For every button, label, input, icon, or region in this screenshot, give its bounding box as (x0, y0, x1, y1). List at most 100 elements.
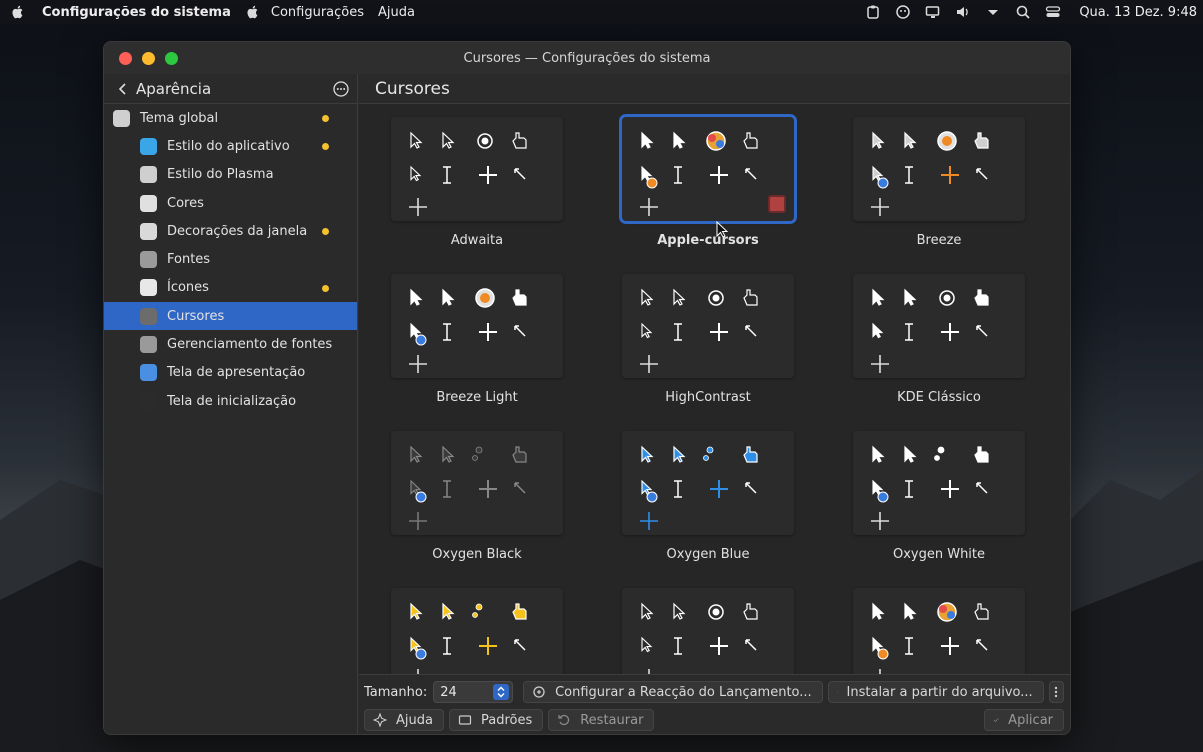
menu-ajuda[interactable]: Ajuda (378, 5, 415, 20)
cursor-theme-preview[interactable] (853, 588, 1025, 674)
apply-label: Aplicar (1008, 712, 1053, 728)
main-panel: Cursores Adwaita Apple-cursors Breeze Breez… (359, 74, 1070, 734)
cursor-theme-tile[interactable]: Breeze (853, 117, 1025, 274)
display-icon[interactable] (925, 4, 941, 20)
clipboard-icon[interactable] (865, 4, 881, 20)
help-button[interactable]: Ajuda (364, 709, 444, 731)
colors-icon (140, 194, 157, 212)
cursor-theme-grid: Adwaita Apple-cursors Breeze Breeze Light Hi… (391, 114, 1025, 674)
cursor-theme-name: Breeze (916, 233, 962, 248)
cursor-theme-tile[interactable]: Apple-cursors (619, 114, 797, 274)
size-spinbox[interactable]: 24 (433, 681, 514, 703)
sidebar-item-icons[interactable]: Ícones (104, 274, 357, 302)
cursor-theme-preview[interactable] (622, 588, 794, 674)
sidebar-item-splash-screen[interactable]: Tela de apresentação (104, 359, 357, 387)
undo-icon (558, 714, 570, 726)
window-decoration-icon (140, 222, 157, 240)
cursor-theme-preview[interactable] (619, 114, 797, 224)
window-titlebar[interactable]: Cursores — Configurações do sistema (104, 42, 1070, 74)
fonts-icon (140, 251, 157, 269)
cursor-theme-grid-scroll[interactable]: Adwaita Apple-cursors Breeze Breeze Light Hi… (359, 105, 1070, 674)
apple-logo-icon[interactable] (10, 4, 26, 20)
launch-feedback-icon (533, 686, 545, 698)
cursor-theme-tile[interactable]: Oxygen Black (391, 431, 563, 588)
cursor-theme-tile[interactable]: Adwaita (391, 117, 563, 274)
cursor-preview-icons (409, 288, 527, 373)
sidebar-item-app-style[interactable]: Estilo do aplicativo (104, 132, 357, 160)
cursor-theme-preview[interactable] (391, 588, 563, 674)
cursor-preview-icons (871, 445, 989, 530)
size-label: Tamanho: (364, 684, 428, 700)
modified-indicator-dot (322, 228, 329, 236)
defaults-button[interactable]: Padrões (448, 709, 544, 731)
sidebar-item-label: Tema global (140, 110, 219, 126)
sidebar-item-label: Tela de inicialização (167, 393, 297, 409)
reset-button[interactable]: Restaurar (548, 709, 655, 731)
cursor-theme-preview[interactable] (853, 274, 1025, 378)
sidebar-item-label: Ícones (167, 280, 209, 296)
sidebar-item-boot-screen[interactable]: Tela de inicialização (104, 387, 357, 415)
cursor-theme-name: Apple-cursors (657, 233, 759, 248)
menu-configuracoes[interactable]: Configurações (271, 5, 364, 20)
cursor-theme-tile[interactable]: Breeze Light (391, 274, 563, 431)
cursor-theme-tile[interactable]: KDE Clássico (853, 274, 1025, 431)
sidebar-item-label: Estilo do aplicativo (167, 138, 290, 154)
sidebar-item-plasma-style[interactable]: Estilo do Plasma (104, 161, 357, 189)
sidebar-title[interactable]: Aparência (136, 80, 211, 98)
apple-logo-icon[interactable] (245, 4, 261, 20)
volume-icon[interactable] (955, 4, 971, 20)
more-options-icon[interactable] (332, 80, 350, 98)
help-label: Ajuda (396, 712, 433, 728)
sidebar-item-global-theme[interactable]: Tema global (104, 104, 357, 132)
cursor-theme-preview[interactable] (853, 117, 1025, 221)
modified-indicator-dot (322, 284, 329, 292)
maximize-window-button[interactable] (165, 51, 178, 65)
icons-icon (140, 279, 157, 297)
plasma-style-icon (140, 166, 157, 184)
modified-indicator-dot (322, 115, 329, 122)
cursor-theme-tile[interactable]: HighContrast (622, 274, 794, 431)
cursor-theme-name: HighContrast (665, 390, 751, 405)
chevron-down-icon[interactable] (985, 4, 1001, 20)
menubar-app-name[interactable]: Configurações do sistema (42, 5, 231, 20)
cursor-theme-preview[interactable] (391, 117, 563, 221)
cursor-theme-preview[interactable] (391, 431, 563, 535)
back-arrow-icon[interactable] (116, 82, 130, 96)
cursor-theme-preview[interactable] (622, 431, 794, 535)
cursor-theme-tile[interactable] (622, 588, 794, 674)
cursor-theme-tile[interactable]: Oxygen White (853, 431, 1025, 588)
cursor-theme-tile[interactable] (391, 588, 563, 674)
sidebar: Aparência Tema global Estilo do aplicativ… (104, 74, 358, 734)
sidebar-item-label: Cores (167, 195, 204, 211)
cursor-theme-preview[interactable] (853, 431, 1025, 535)
launch-feedback-button[interactable]: Configurar a Reacção do Lançamento... (523, 681, 823, 703)
sidebar-item-font-management[interactable]: Gerenciamento de fontes (104, 330, 357, 358)
sidebar-item-fonts[interactable]: Fontes (104, 245, 357, 273)
cursor-theme-preview[interactable] (391, 274, 563, 378)
mascot-icon[interactable] (895, 4, 911, 20)
install-from-file-button[interactable]: Instalar a partir do arquivo... (827, 681, 1044, 703)
apply-button[interactable]: Aplicar (984, 709, 1064, 731)
sidebar-item-colors[interactable]: Cores (104, 189, 357, 217)
close-window-button[interactable] (119, 51, 132, 65)
minimize-window-button[interactable] (142, 51, 155, 65)
cursor-theme-tile[interactable] (853, 588, 1025, 674)
cursor-theme-preview[interactable] (622, 274, 794, 378)
sidebar-item-label: Tela de apresentação (167, 365, 306, 381)
cursor-theme-tile[interactable]: Oxygen Blue (622, 431, 794, 588)
control-center-icon[interactable] (1045, 4, 1061, 20)
overflow-menu-button[interactable] (1048, 681, 1064, 703)
modified-indicator-dot (322, 143, 329, 151)
cursor-theme-name: Oxygen Black (432, 547, 522, 562)
cursor-preview-icons (409, 131, 527, 216)
cursors-icon (140, 307, 157, 325)
sidebar-item-window-decoration[interactable]: Decorações da janela (104, 217, 357, 245)
cursor-preview-icons (640, 445, 758, 530)
search-icon[interactable] (1015, 4, 1031, 20)
spin-arrows-icon[interactable] (493, 684, 510, 700)
cursor-theme-name: Adwaita (450, 233, 504, 248)
boot-screen-icon (140, 392, 157, 410)
sidebar-item-cursors[interactable]: Cursores (104, 302, 357, 331)
clock[interactable]: Qua. 13 Dez. 9:48 (1079, 5, 1197, 20)
install-file-icon (836, 691, 838, 693)
